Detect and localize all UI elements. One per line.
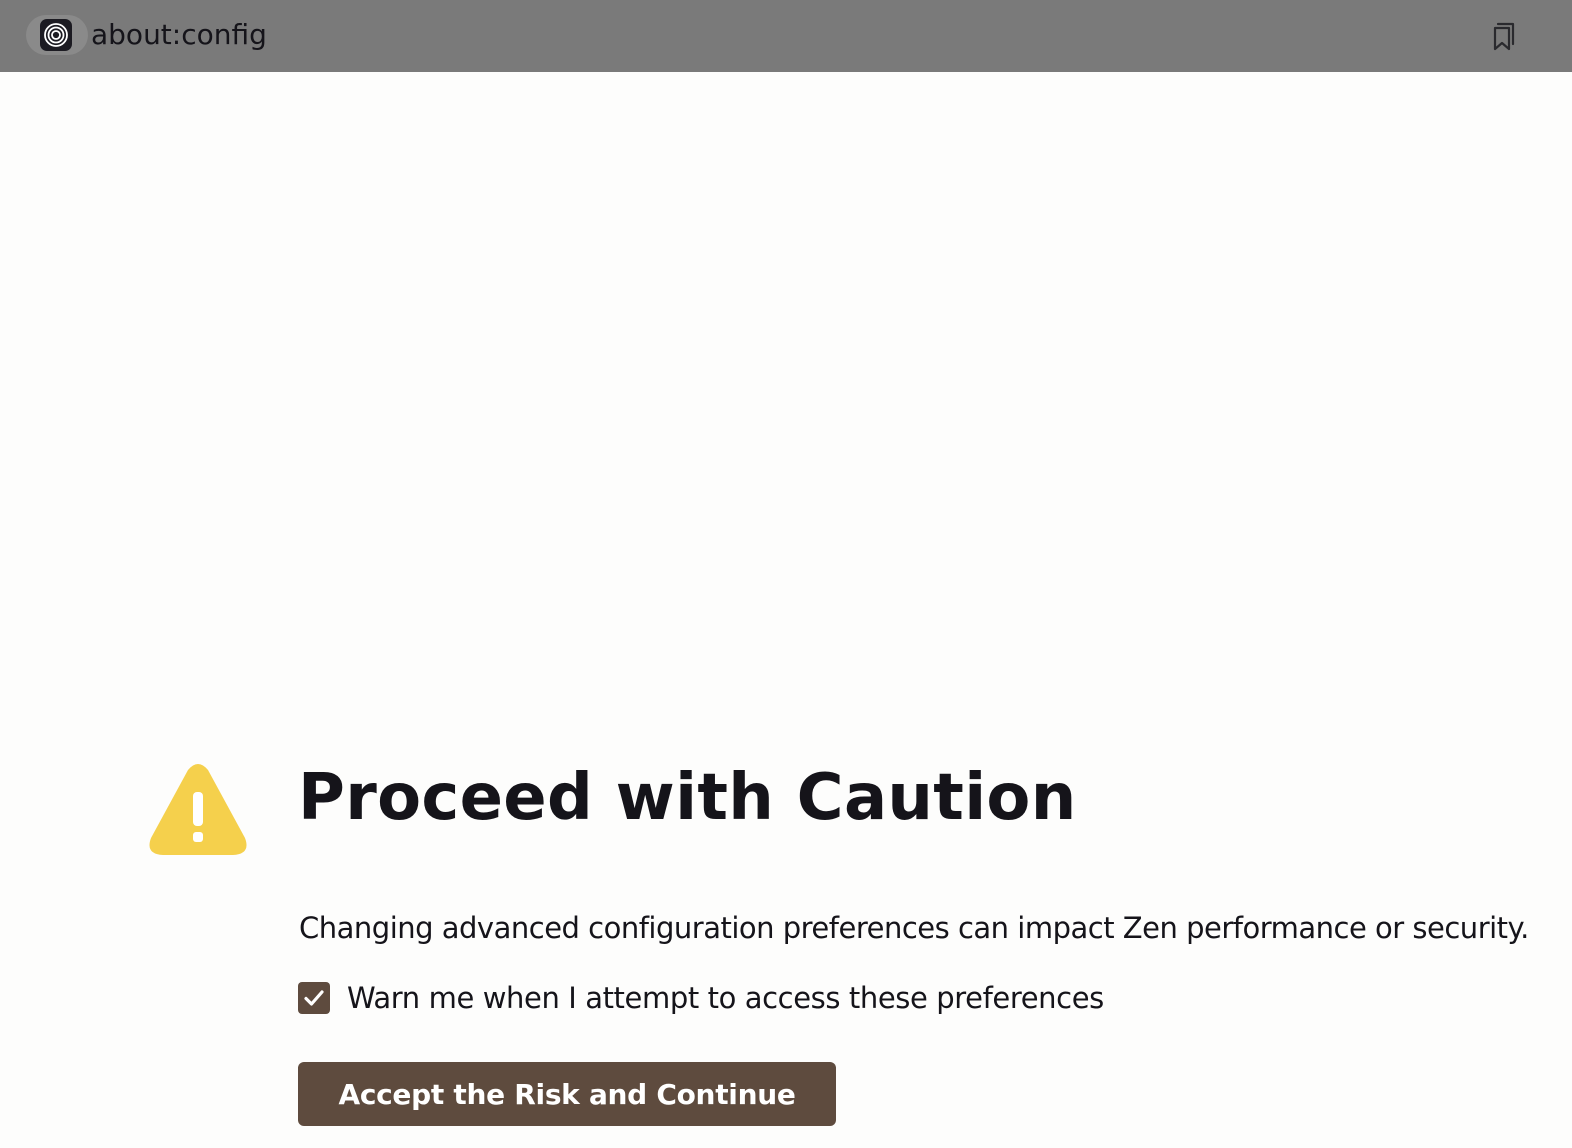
warn-checkbox-label[interactable]: Warn me when I attempt to access these p… — [347, 978, 1104, 1018]
page-content: Proceed with Caution Changing advanced c… — [0, 72, 1572, 1148]
browser-toolbar: about:config — [0, 0, 1572, 72]
checkmark-icon — [304, 990, 324, 1006]
accept-risk-button[interactable]: Accept the Risk and Continue — [298, 1062, 836, 1126]
identity-box[interactable] — [26, 15, 88, 55]
zen-browser-logo-icon — [39, 19, 72, 51]
warn-checkbox-row[interactable]: Warn me when I attempt to access these p… — [298, 978, 1104, 1018]
url-text[interactable]: about:config — [91, 17, 267, 53]
bookmark-icon — [1493, 22, 1515, 51]
page-title: Proceed with Caution — [298, 761, 1077, 835]
warning-triangle-icon — [147, 762, 249, 862]
bookmark-button[interactable] — [1484, 18, 1520, 54]
warn-checkbox[interactable] — [298, 982, 330, 1014]
warning-description: Changing advanced configuration preferen… — [299, 911, 1529, 945]
